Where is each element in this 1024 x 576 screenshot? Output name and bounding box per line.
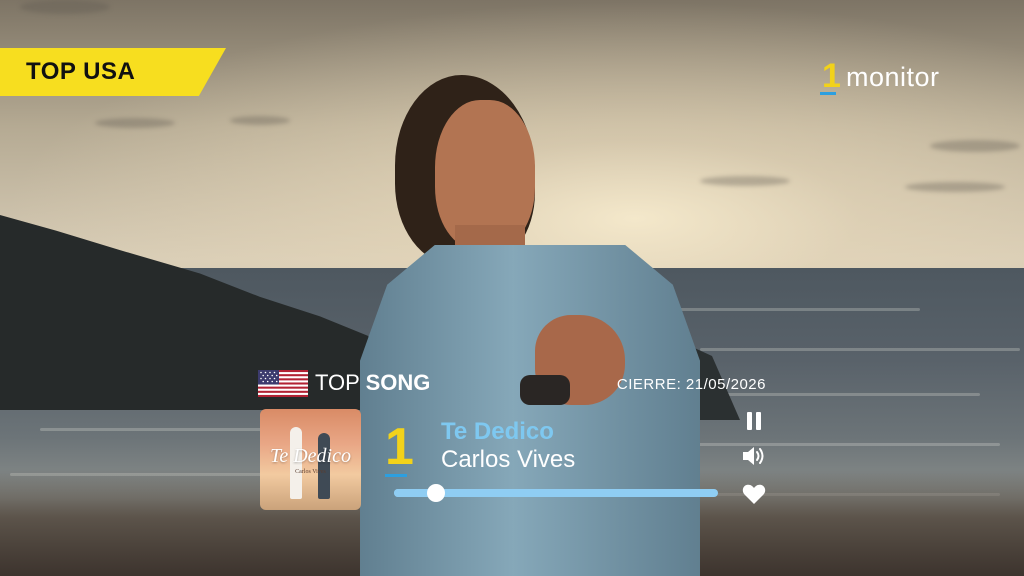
cloud xyxy=(700,176,790,186)
progress-bar[interactable] xyxy=(394,484,718,502)
cloud xyxy=(230,116,290,125)
cover-artist: Carlos Vives xyxy=(295,469,326,475)
wave xyxy=(660,443,1000,446)
top-song-strong: SONG xyxy=(365,370,431,395)
us-flag-icon xyxy=(258,370,308,397)
pause-button[interactable] xyxy=(740,408,768,434)
singer-shirt-shading xyxy=(360,245,700,576)
artist-name: Carlos Vives xyxy=(441,446,576,473)
logo-text: monitor xyxy=(846,61,940,92)
progress-knob[interactable] xyxy=(427,484,446,502)
album-cover[interactable]: Te Dedico Carlos Vives xyxy=(260,409,361,510)
pause-icon xyxy=(747,412,761,430)
rank-number: 1 xyxy=(385,418,414,476)
cloud xyxy=(20,0,110,14)
rank-underline xyxy=(385,474,407,477)
song-title: Te Dedico xyxy=(441,418,554,445)
video-scene: TOP USA 1 monitor TOP SONG CIERRE: 21/05… xyxy=(0,0,1024,576)
monitor-logo: 1 monitor xyxy=(820,58,940,96)
closing-date: CIERRE: 21/05/2026 xyxy=(616,376,766,393)
like-button[interactable] xyxy=(740,481,768,507)
player-header: TOP SONG CIERRE: 21/05/2026 xyxy=(258,368,768,400)
cover-title: Te Dedico xyxy=(270,445,351,467)
volume-icon xyxy=(743,447,764,465)
rank-badge: 1 xyxy=(385,420,417,480)
top-song-prefix: TOP xyxy=(315,370,360,395)
logo-underline xyxy=(820,92,836,95)
cloud xyxy=(905,182,1005,192)
top-usa-badge: TOP USA xyxy=(0,48,226,96)
top-usa-label: TOP USA xyxy=(26,58,136,85)
cloud xyxy=(930,140,1020,152)
monitor-logo-mark: 1 xyxy=(820,58,842,96)
wave xyxy=(700,348,1020,351)
logo-numeral: 1 xyxy=(822,57,841,95)
cloud xyxy=(95,118,175,128)
heart-icon xyxy=(742,484,766,504)
top-song-heading: TOP SONG xyxy=(315,370,430,396)
volume-button[interactable] xyxy=(740,443,768,469)
singer xyxy=(360,75,700,576)
